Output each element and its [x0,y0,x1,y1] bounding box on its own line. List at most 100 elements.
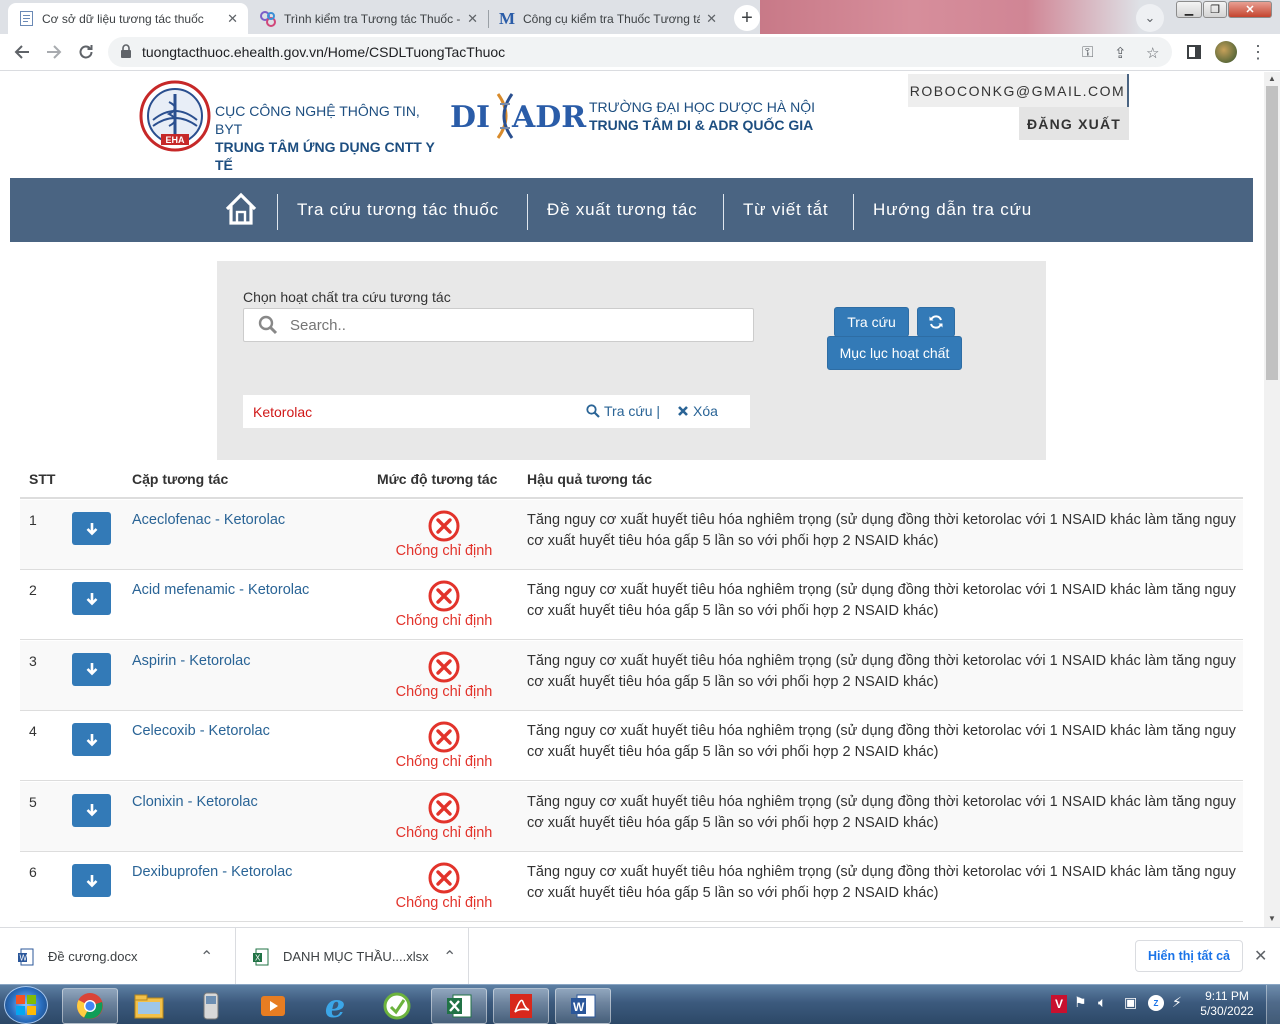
green-app-taskbar-icon[interactable] [369,988,425,1024]
close-downloads-icon[interactable]: ✕ [1254,946,1267,966]
interaction-pair-link[interactable]: Aceclofenac - Ketorolac [132,512,285,528]
user-email[interactable]: ROBOCONKG@GMAIL.COM [908,74,1129,107]
phone-taskbar-icon[interactable] [183,988,239,1024]
refresh-icon[interactable] [917,307,955,337]
close-tab-icon[interactable]: ✕ [706,11,717,27]
lock-icon[interactable] [120,44,132,62]
browser-tab[interactable]: M Công cụ kiểm tra Thuốc Tương tá ✕ [489,3,727,34]
expand-down-arrow-icon[interactable] [72,512,111,545]
window-titlebar-background [760,0,1140,34]
nav-item-drug-interaction-lookup[interactable]: Tra cứu tương tác thuốc [297,178,499,242]
contraindicated-x-icon [376,862,512,894]
excel-taskbar-icon[interactable] [431,988,487,1024]
logo-di-text: DI [450,100,491,135]
clock-time: 9:11 PM [1205,989,1249,1003]
expand-down-arrow-icon[interactable] [72,723,111,757]
logout-button[interactable]: ĐĂNG XUẤT [1019,107,1129,140]
reload-icon[interactable] [72,38,100,66]
battery-tray-icon[interactable]: ⚡︎ [1172,994,1182,1011]
contraindicated-x-icon [376,580,512,612]
key-icon[interactable]: ⚿ [1082,44,1093,61]
show-desktop-button[interactable] [1266,985,1280,1025]
interaction-pair-link[interactable]: Acid mefenamic - Ketorolac [132,582,309,598]
media-player-taskbar-icon[interactable] [245,988,301,1024]
svg-text:X: X [255,953,261,962]
nav-item-abbreviations[interactable]: Từ viết tắt [743,178,828,242]
side-panel-icon[interactable] [1180,38,1208,66]
share-icon[interactable]: ⇪ [1114,44,1127,62]
row-stt: 4 [29,723,37,740]
chevron-up-icon[interactable]: ⌃ [200,947,213,967]
scrollbar-thumb[interactable] [1266,86,1278,380]
selected-delete-label: Xóa [693,403,718,419]
show-all-downloads-button[interactable]: Hiển thị tất cả [1135,940,1243,972]
close-tab-icon[interactable]: ✕ [467,11,478,27]
severity-cell: Chống chỉ định [376,721,512,770]
close-window-icon[interactable]: ✕ [1228,1,1272,18]
chevron-up-icon[interactable]: ⌃ [443,947,456,967]
expand-down-arrow-icon[interactable] [72,793,111,827]
download-item-docx[interactable]: W Đề cương.docx ⌃ [0,928,236,985]
new-tab-button[interactable]: + [734,5,760,31]
org2-line2: TRUNG TÂM DI & ADR QUỐC GIA [589,117,814,133]
molecule-favicon-icon [260,10,276,27]
lookup-button[interactable]: Tra cứu [834,307,909,337]
interaction-pair-link[interactable]: Clonixin - Ketorolac [132,794,258,810]
search-box[interactable] [243,308,754,342]
profile-avatar-icon[interactable] [1212,38,1240,66]
volume-tray-icon[interactable]: 🔈︎ [1098,994,1106,1011]
web-page: EHA CỤC CÔNG NGHỆ THÔNG TIN, BYT TRUNG T… [0,72,1264,927]
interaction-pair-link[interactable]: Aspirin - Ketorolac [132,653,250,669]
forward-arrow-icon[interactable] [40,38,68,66]
severity-cell: Chống chỉ định [376,792,512,841]
search-input[interactable] [290,316,730,334]
scroll-down-arrow-icon[interactable]: ▼ [1268,914,1276,923]
flag-tray-icon[interactable]: ⚑ [1074,994,1087,1011]
nav-item-suggest-interaction[interactable]: Đề xuất tương tác [547,178,697,242]
browser-toolbar: tuongtacthuoc.ehealth.gov.vn/Home/CSDLTu… [0,34,1280,71]
tab-title: Trình kiểm tra Tương tác Thuốc - [284,11,461,26]
selected-lookup-link[interactable]: Tra cứu | [586,403,660,419]
unikey-tray-icon[interactable]: V [1051,995,1067,1013]
consequence-text: Tăng nguy cơ xuất huyết tiêu hóa nghiêm … [527,723,1236,761]
expand-down-arrow-icon[interactable] [72,652,111,686]
system-clock[interactable]: 9:11 PM 5/30/2022 [1196,989,1258,1019]
zalo-tray-icon[interactable]: Z [1148,995,1164,1011]
ingredient-index-button[interactable]: Mục lục hoạt chất [827,336,962,370]
more-options-icon[interactable]: ⋮ [1244,38,1272,66]
selected-delete-link[interactable]: Xóa [677,403,718,419]
start-button-icon[interactable] [4,986,48,1024]
internet-explorer-taskbar-icon[interactable]: e [307,987,363,1025]
home-icon[interactable] [224,192,258,226]
nav-item-lookup-guide[interactable]: Hướng dẫn tra cứu [873,178,1032,242]
contraindicated-x-icon [376,510,512,542]
interaction-pair-link[interactable]: Celecoxib - Ketorolac [132,723,270,739]
browser-tab[interactable]: Trình kiểm tra Tương tác Thuốc - ✕ [250,3,488,34]
contraindicated-x-icon [376,792,512,824]
expand-down-arrow-icon[interactable] [72,864,111,897]
interaction-pair-link[interactable]: Dexibuprofen - Ketorolac [132,864,292,880]
expand-down-arrow-icon[interactable] [72,582,111,616]
address-bar[interactable]: tuongtacthuoc.ehealth.gov.vn/Home/CSDLTu… [108,37,1172,67]
restore-window-icon[interactable]: ❐ [1203,1,1227,18]
browser-tab-active[interactable]: Cơ sở dữ liệu tương tác thuốc ✕ [8,3,248,34]
consequence-text: Tăng nguy cơ xuất huyết tiêu hóa nghiêm … [527,864,1236,901]
severity-text: Chống chỉ định [395,754,493,771]
chrome-taskbar-icon[interactable] [62,988,118,1024]
file-explorer-taskbar-icon[interactable] [121,988,177,1024]
bookmark-star-icon[interactable]: ☆ [1146,44,1159,62]
minimize-window-icon[interactable]: ▁ [1176,1,1202,18]
network-tray-icon[interactable]: ▣ [1124,994,1137,1011]
download-item-xlsx[interactable]: X DANH MỤC THẦU....xlsx ⌃ [237,928,469,985]
row-stt: 2 [29,582,37,599]
close-tab-icon[interactable]: ✕ [227,11,238,27]
main-navbar: Tra cứu tương tác thuốc Đề xuất tương tá… [10,178,1253,242]
tab-search-chevron-icon[interactable]: ⌄ [1136,4,1164,32]
nav-divider [723,194,724,230]
pdf-reader-taskbar-icon[interactable] [493,988,549,1024]
contraindicated-x-icon [376,721,512,753]
scroll-up-arrow-icon[interactable]: ▲ [1268,74,1276,83]
logo-adr-text: ADR [512,100,587,135]
back-arrow-icon[interactable] [8,38,36,66]
word-taskbar-icon[interactable]: W [555,988,611,1024]
